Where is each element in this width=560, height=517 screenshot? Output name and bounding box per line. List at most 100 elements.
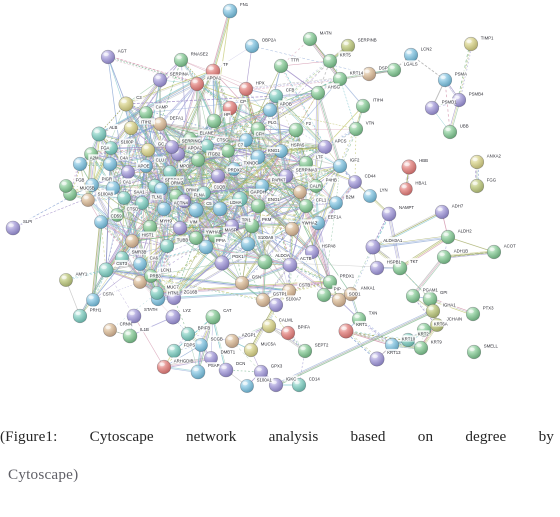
network-node[interactable] — [436, 249, 452, 265]
node-sphere[interactable] — [288, 122, 304, 138]
node-sphere[interactable] — [234, 275, 250, 291]
node-sphere[interactable] — [122, 328, 138, 344]
node-sphere[interactable] — [369, 351, 385, 367]
network-node[interactable] — [123, 120, 139, 136]
node-sphere[interactable] — [240, 379, 254, 393]
network-node[interactable] — [369, 351, 385, 367]
network-node[interactable] — [403, 47, 419, 63]
node-sphere[interactable] — [340, 38, 356, 54]
network-node[interactable] — [466, 344, 482, 360]
node-sphere[interactable] — [413, 340, 429, 356]
node-sphere[interactable] — [59, 273, 73, 287]
network-node[interactable] — [165, 309, 181, 325]
node-sphere[interactable] — [238, 81, 254, 97]
network-node[interactable] — [322, 53, 338, 69]
network-node[interactable] — [153, 117, 167, 131]
node-sphere[interactable] — [165, 140, 179, 154]
node-sphere[interactable] — [255, 292, 271, 308]
network-node[interactable] — [338, 323, 354, 339]
node-sphere[interactable] — [273, 58, 289, 74]
node-sphere[interactable] — [190, 152, 206, 168]
network-node[interactable] — [293, 185, 307, 199]
node-sphere[interactable] — [463, 36, 479, 52]
node-sphere[interactable] — [386, 62, 402, 78]
node-sphere[interactable] — [153, 117, 167, 131]
network-node[interactable] — [238, 81, 254, 97]
node-sphere[interactable] — [102, 156, 118, 172]
node-sphere[interactable] — [250, 198, 266, 214]
node-sphere[interactable] — [98, 262, 114, 278]
network-node[interactable] — [210, 168, 226, 184]
cytoscape-network-graph[interactable]: FN1 OBP2A AGT RNASE2 TF SERPINA APOA1 HPX C3 CP IT… — [0, 0, 560, 410]
network-node[interactable] — [348, 175, 362, 189]
network-node[interactable] — [244, 38, 260, 54]
network-node[interactable] — [282, 257, 298, 273]
node-sphere[interactable] — [72, 156, 88, 172]
node-sphere[interactable] — [355, 98, 371, 114]
node-sphere[interactable] — [363, 189, 377, 203]
network-node[interactable] — [214, 255, 230, 271]
network-node[interactable] — [425, 303, 441, 319]
node-sphere[interactable] — [331, 292, 347, 308]
network-node[interactable] — [140, 142, 156, 158]
node-sphere[interactable] — [317, 139, 333, 155]
node-sphere[interactable] — [189, 76, 205, 92]
network-node[interactable] — [205, 309, 221, 325]
node-sphere[interactable] — [222, 3, 238, 19]
network-node[interactable] — [212, 201, 228, 217]
node-sphere[interactable] — [5, 220, 21, 236]
node-sphere[interactable] — [166, 343, 182, 359]
network-node[interactable] — [139, 106, 153, 120]
network-node[interactable] — [59, 179, 73, 193]
node-sphere[interactable] — [86, 293, 100, 307]
node-sphere[interactable] — [403, 47, 419, 63]
network-node[interactable] — [273, 58, 289, 74]
network-node[interactable] — [121, 165, 135, 179]
network-node[interactable] — [316, 287, 332, 303]
node-sphere[interactable] — [125, 234, 139, 248]
node-sphere[interactable] — [117, 191, 131, 205]
network-node[interactable] — [284, 221, 300, 237]
node-sphere[interactable] — [152, 72, 168, 88]
network-node[interactable] — [240, 236, 256, 252]
node-sphere[interactable] — [262, 102, 278, 118]
network-node[interactable] — [159, 238, 175, 254]
node-sphere[interactable] — [118, 96, 134, 112]
network-node[interactable] — [94, 215, 108, 229]
network-node[interactable] — [224, 333, 240, 349]
node-sphere[interactable] — [150, 286, 164, 300]
network-node[interactable] — [194, 338, 208, 352]
node-sphere[interactable] — [214, 255, 230, 271]
node-sphere[interactable] — [218, 362, 234, 378]
node-sphere[interactable] — [81, 193, 95, 207]
node-sphere[interactable] — [72, 308, 88, 324]
node-sphere[interactable] — [59, 179, 73, 193]
node-sphere[interactable] — [329, 196, 343, 210]
node-sphere[interactable] — [156, 201, 172, 217]
node-sphere[interactable] — [434, 204, 450, 220]
node-sphere[interactable] — [338, 323, 354, 339]
node-sphere[interactable] — [165, 309, 181, 325]
node-sphere[interactable] — [188, 202, 204, 218]
network-node[interactable] — [422, 291, 438, 307]
node-sphere[interactable] — [297, 343, 313, 359]
node-sphere[interactable] — [469, 178, 485, 194]
node-sphere[interactable] — [243, 342, 259, 358]
node-sphere[interactable] — [133, 257, 147, 271]
network-node[interactable] — [72, 308, 88, 324]
node-sphere[interactable] — [348, 175, 362, 189]
network-node[interactable] — [437, 72, 453, 88]
node-sphere[interactable] — [486, 244, 502, 260]
node-sphere[interactable] — [348, 121, 364, 137]
node-sphere[interactable] — [282, 257, 298, 273]
network-node[interactable] — [100, 49, 116, 65]
network-node[interactable] — [329, 196, 343, 210]
node-sphere[interactable] — [469, 154, 485, 170]
network-node[interactable] — [240, 379, 254, 393]
network-node[interactable] — [369, 260, 385, 276]
node-sphere[interactable] — [240, 236, 256, 252]
node-sphere[interactable] — [206, 113, 222, 129]
node-sphere[interactable] — [244, 38, 260, 54]
node-sphere[interactable] — [310, 85, 326, 101]
node-sphere[interactable] — [100, 49, 116, 65]
